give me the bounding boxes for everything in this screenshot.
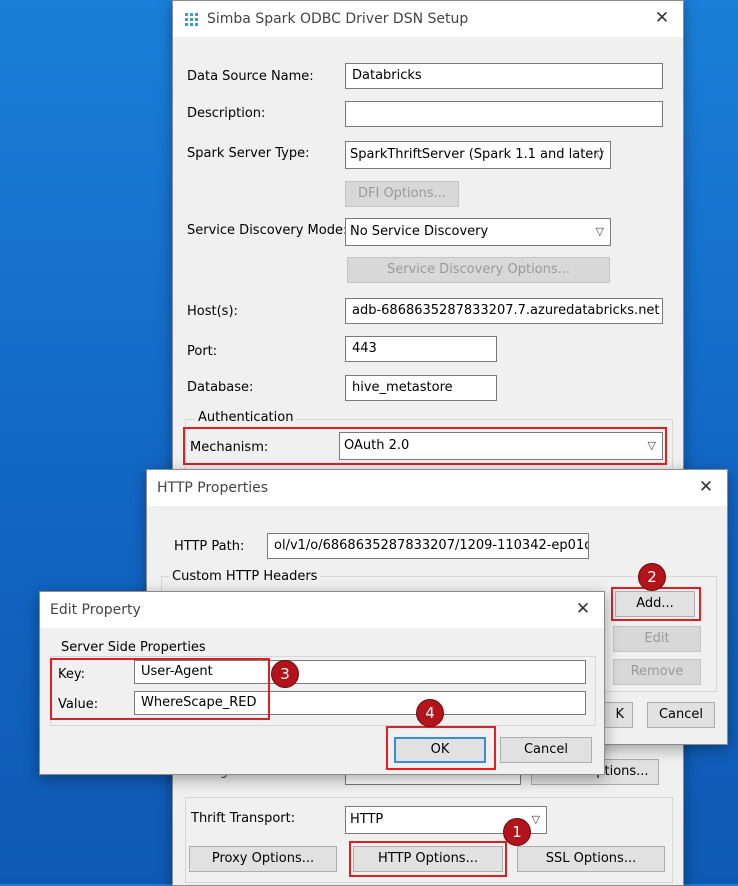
dsn-window-title: Simba Spark ODBC Driver DSN Setup xyxy=(207,11,469,27)
http-path-label: HTTP Path: xyxy=(174,539,245,554)
chevron-down-icon: ▽ xyxy=(595,225,604,238)
spark-server-type-value: SparkThriftServer (Spark 1.1 and later) xyxy=(350,147,604,162)
ok-button-highlight xyxy=(386,726,496,770)
add-button-highlight xyxy=(611,587,701,621)
callout-badge-4: 4 xyxy=(416,699,444,727)
key-value-highlight xyxy=(50,658,270,720)
edit-window-title: Edit Property xyxy=(50,602,141,618)
service-discovery-options-button[interactable]: Service Discovery Options... xyxy=(347,257,610,283)
proxy-options-button[interactable]: Proxy Options... xyxy=(189,846,337,872)
close-icon[interactable]: ✕ xyxy=(695,476,717,498)
service-discovery-mode-select[interactable]: No Service Discovery ▽ xyxy=(345,218,611,246)
port-label: Port: xyxy=(187,344,218,359)
http-title-bar: HTTP Properties ✕ xyxy=(147,470,727,506)
callout-badge-1: 1 xyxy=(503,818,531,846)
dfi-options-button[interactable]: DFI Options... xyxy=(345,181,459,207)
spark-server-type-label: Spark Server Type: xyxy=(187,146,310,161)
hosts-label: Host(s): xyxy=(187,304,238,319)
remove-header-button[interactable]: Remove xyxy=(613,659,701,685)
thrift-transport-label: Thrift Transport: xyxy=(191,811,296,826)
authentication-group-label: Authentication xyxy=(195,410,297,425)
service-discovery-mode-label: Service Discovery Mode: xyxy=(187,223,348,238)
ssl-options-button[interactable]: SSL Options... xyxy=(517,846,665,872)
edit-header-button[interactable]: Edit xyxy=(613,626,701,652)
callout-badge-2: 2 xyxy=(638,563,666,591)
description-label: Description: xyxy=(187,106,266,121)
edit-title-bar: Edit Property ✕ xyxy=(40,592,604,628)
dsn-title-bar: Simba Spark ODBC Driver DSN Setup ✕ xyxy=(173,1,683,37)
http-options-highlight xyxy=(349,841,507,877)
data-source-name-field[interactable]: Databricks xyxy=(345,63,663,89)
description-field[interactable] xyxy=(345,101,663,127)
spark-server-type-select[interactable]: SparkThriftServer (Spark 1.1 and later) … xyxy=(345,141,611,169)
close-icon[interactable]: ✕ xyxy=(572,598,594,620)
edit-property-window: Edit Property ✕ Server Side Properties K… xyxy=(39,591,605,775)
data-source-name-label: Data Source Name: xyxy=(187,69,314,84)
http-path-field[interactable]: ol/v1/o/6868635287833207/1209-110342-ep0… xyxy=(267,533,589,559)
chevron-down-icon: ▽ xyxy=(531,813,540,826)
service-discovery-mode-value: No Service Discovery xyxy=(350,224,489,239)
database-label: Database: xyxy=(187,380,254,395)
http-cancel-button[interactable]: Cancel xyxy=(647,702,715,728)
database-field[interactable]: hive_metastore xyxy=(345,375,497,401)
close-icon[interactable]: ✕ xyxy=(651,7,673,29)
app-grid-icon xyxy=(185,13,199,27)
hosts-field[interactable]: adb-6868635287833207.7.azuredatabricks.n… xyxy=(345,298,663,324)
http-window-title: HTTP Properties xyxy=(157,480,269,496)
chevron-down-icon: ▽ xyxy=(595,148,604,161)
callout-badge-3: 3 xyxy=(271,660,299,688)
port-field[interactable]: 443 xyxy=(345,336,497,362)
custom-headers-group-label: Custom HTTP Headers xyxy=(169,569,321,584)
thrift-transport-value: HTTP xyxy=(350,812,384,827)
server-side-properties-label: Server Side Properties xyxy=(58,640,209,655)
mechanism-highlight xyxy=(183,427,667,465)
edit-cancel-button[interactable]: Cancel xyxy=(500,737,592,763)
